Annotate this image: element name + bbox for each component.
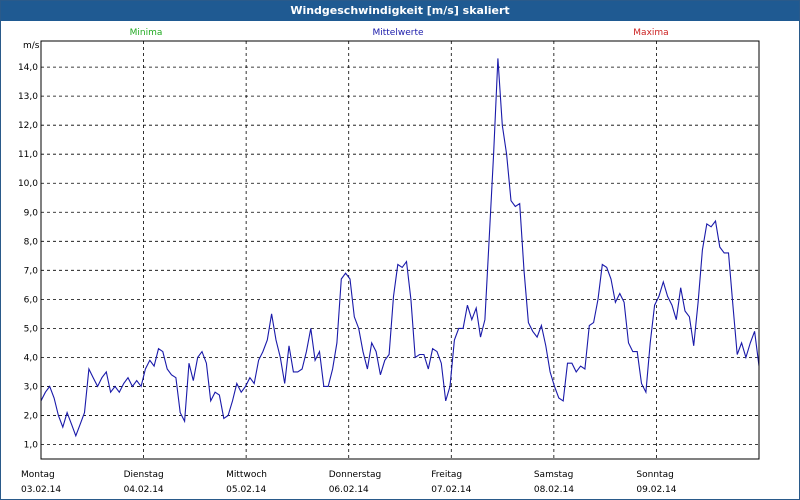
x-tick-date: 05.02.14 [226,485,266,495]
series-line-mittelwerte [40,58,760,438]
y-tick-label: 4,0 [24,353,39,363]
y-tick-label: 8,0 [24,237,39,247]
x-tick-date: 04.02.14 [124,485,164,495]
grid [41,41,759,459]
y-tick-label: 9,0 [24,208,39,218]
x-tick-day: Montag [21,470,55,480]
x-tick-date: 09.02.14 [636,485,676,495]
x-tick-date: 08.02.14 [534,485,574,495]
y-tick-labels: 1,0 2,0 3,0 4,0 5,0 6,0 7,0 8,0 9,0 10,0 11,0 12,0 1… [18,63,38,450]
x-tick-labels: Montag 03.02.14 Dienstag 04.02.14 Mittwoch 05… [21,470,677,495]
y-tick-label: 14,0 [18,63,38,73]
y-tick-label: 11,0 [18,150,38,160]
y-tick-label: 2,0 [24,411,39,421]
legend-mittelwerte: Mittelwerte [372,28,423,38]
y-tick-label: 6,0 [24,295,39,305]
y-tick-label: 1,0 [24,440,39,450]
y-tick-label: 3,0 [24,382,39,392]
y-axis-unit: m/s [23,41,40,51]
x-tick-day: Donnerstag [329,470,382,480]
y-tick-label: 5,0 [24,324,39,334]
y-tick-label: 13,0 [18,92,38,102]
chart-window: Windgeschwindigkeit [m/s] skaliert Minim… [0,0,800,500]
legend-minima: Minima [130,28,163,38]
x-tick-day: Dienstag [124,470,164,480]
x-tick-day: Freitag [431,470,462,480]
x-tick-date: 03.02.14 [21,485,61,495]
line-chart: Minima Mittelwerte Maxima m/s 1,0 2,0 3,0 4… [18,28,760,495]
y-tick-label: 12,0 [18,121,38,131]
y-tick-label: 7,0 [24,266,39,276]
series-layer [40,58,760,438]
y-tick-label: 10,0 [18,179,38,189]
legend-maxima: Maxima [633,28,668,38]
x-tick-date: 06.02.14 [329,485,369,495]
x-tick-day: Samstag [534,470,573,480]
plot-area-border [40,40,760,460]
x-tick-day: Mittwoch [226,470,267,480]
x-tick-day: Sonntag [636,470,673,480]
x-tick-date: 07.02.14 [431,485,471,495]
